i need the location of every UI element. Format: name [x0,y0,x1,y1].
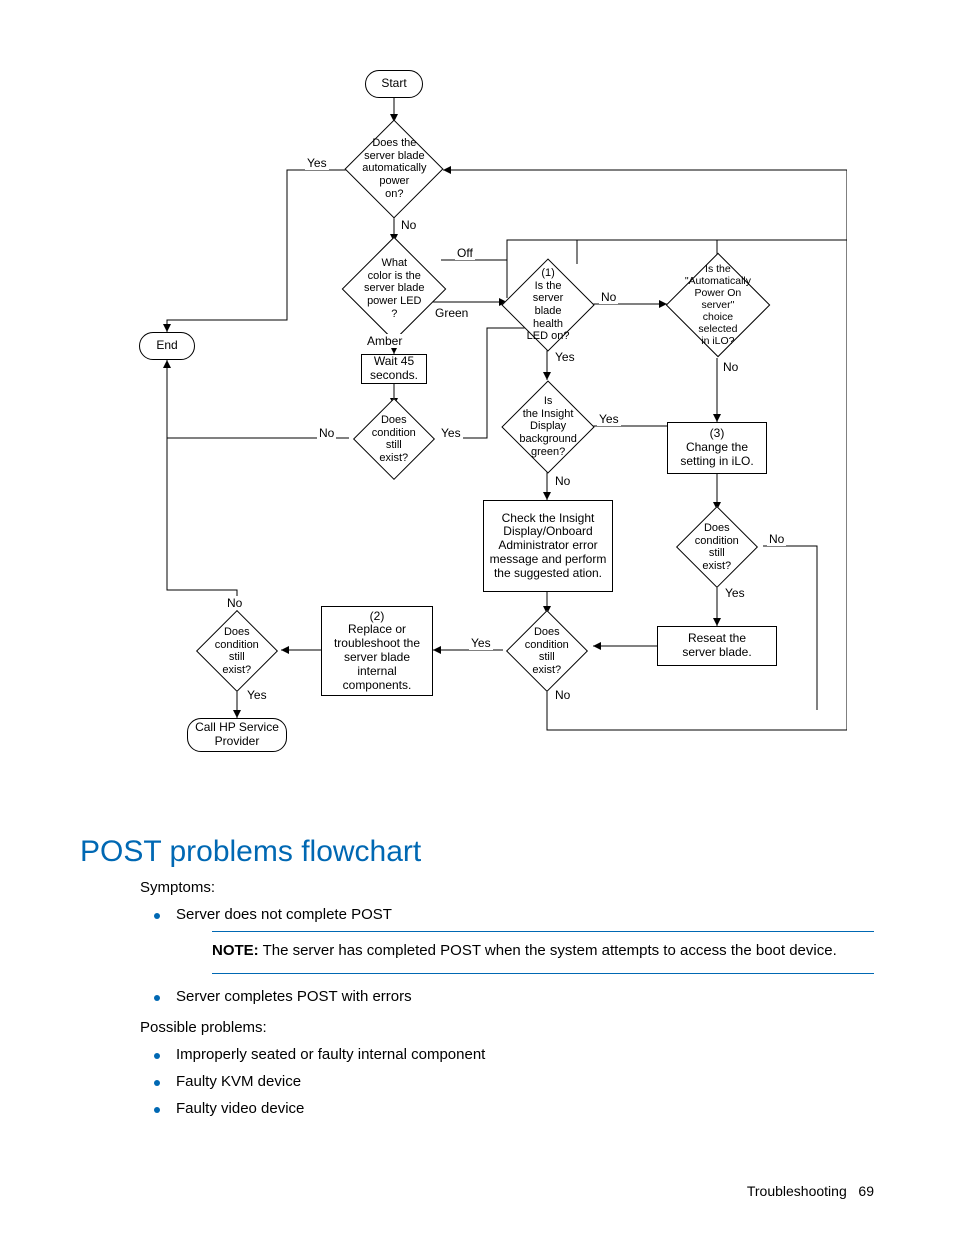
lbl-d8-yes: Yes [245,688,269,702]
symptoms-label: Symptoms: [140,879,874,896]
lbl-d7-yes: Yes [469,636,493,650]
node-d9: Does condition still exist? [676,506,758,588]
text: Server completes POST with errors [176,988,412,1005]
note-label: NOTE: [212,942,259,959]
lbl-d6-yes: Yes [597,412,621,426]
node-p4: (2) Replace or troubleshoot the server b… [321,606,433,696]
list-item: Server does not complete POST NOTE: The … [140,906,874,974]
node-p3: (3) Change the setting in iLO. [667,422,767,474]
text: What color is the server blade power LED… [362,257,426,320]
text: Server does not complete POST [176,906,392,923]
lbl-d1-yes: Yes [305,156,329,170]
text: Does condition still exist? [213,626,261,677]
list-item: Server completes POST with errors [140,988,874,1005]
lbl-d1-no: No [399,218,418,232]
lbl-d7-no: No [553,688,572,702]
text: Does condition still exist? [693,522,741,573]
node-d8: Does condition still exist? [196,610,278,692]
note-text: The server has completed POST when the s… [259,942,837,959]
power-on-flowchart: Start End Call HP Service Provider Does … [107,70,847,805]
lbl-d3-no: No [599,290,618,304]
node-p2: Check the Insight Display/Onboard Admini… [483,500,613,592]
list-item: Faulty KVM device [140,1073,874,1090]
text: (3) Change the setting in iLO. [680,427,753,468]
text: (1) Is the server blade health LED on? [520,267,576,343]
node-call-service: Call HP Service Provider [187,718,287,752]
text: Start [381,77,406,91]
text: Faulty KVM device [176,1073,301,1090]
problems-list: Improperly seated or faulty internal com… [140,1046,874,1117]
list-item: Improperly seated or faulty internal com… [140,1046,874,1063]
lbl-d2-amber: Amber [365,334,404,348]
node-p1: Wait 45 seconds. [361,354,427,384]
lbl-d5-yes: Yes [439,426,463,440]
lbl-d6-no: No [553,474,572,488]
lbl-d9-yes: Yes [723,586,747,600]
node-end: End [139,332,195,360]
lbl-d5-no: No [317,426,336,440]
note-box: NOTE: The server has completed POST when… [212,931,874,974]
text: Improperly seated or faulty internal com… [176,1046,485,1063]
footer-section: Troubleshooting [747,1183,847,1199]
possible-label: Possible problems: [140,1019,874,1036]
text: Faulty video device [176,1100,304,1117]
page-footer: Troubleshooting 69 [747,1183,874,1199]
symptoms-list: Server does not complete POST NOTE: The … [140,906,874,1005]
node-d1: Does the server blade automatically powe… [345,120,444,219]
lbl-d4-no: No [721,360,740,374]
lbl-d3-yes: Yes [553,350,577,364]
text: Does condition still exist? [370,414,418,465]
text: Is the "Automatically Power On server" c… [685,263,751,347]
body-content: Symptoms: Server does not complete POST … [140,879,874,1117]
section-heading: POST problems flowchart [80,835,874,869]
node-d5: Does condition still exist? [353,398,435,480]
text: Check the Insight Display/Onboard Admini… [490,512,607,581]
node-d7: Does condition still exist? [506,610,588,692]
node-d4: Is the "Automatically Power On server" c… [666,253,771,358]
node-start: Start [365,70,423,98]
text: Wait 45 seconds. [370,355,418,383]
text: End [156,339,177,353]
footer-page: 69 [858,1183,874,1199]
text: Call HP Service Provider [195,721,279,749]
node-d2: What color is the server blade power LED… [342,237,447,342]
lbl-d8-no: No [225,596,244,610]
node-d3: (1) Is the server blade health LED on? [501,258,594,351]
text: Does the server blade automatically powe… [362,137,426,200]
lbl-d9-no: No [767,532,786,546]
lbl-d2-off: Off [455,246,475,260]
node-p5: Reseat the server blade. [657,626,777,666]
text: (2) Replace or troubleshoot the server b… [334,610,420,693]
text: Does condition still exist? [523,626,571,677]
lbl-d2-green: Green [433,306,470,320]
text: Reseat the server blade. [682,632,751,660]
text: Is the Insight Display background green? [519,395,577,458]
node-d6: Is the Insight Display background green? [501,380,594,473]
document-page: Start End Call HP Service Provider Does … [0,0,954,1235]
list-item: Faulty video device [140,1100,874,1117]
